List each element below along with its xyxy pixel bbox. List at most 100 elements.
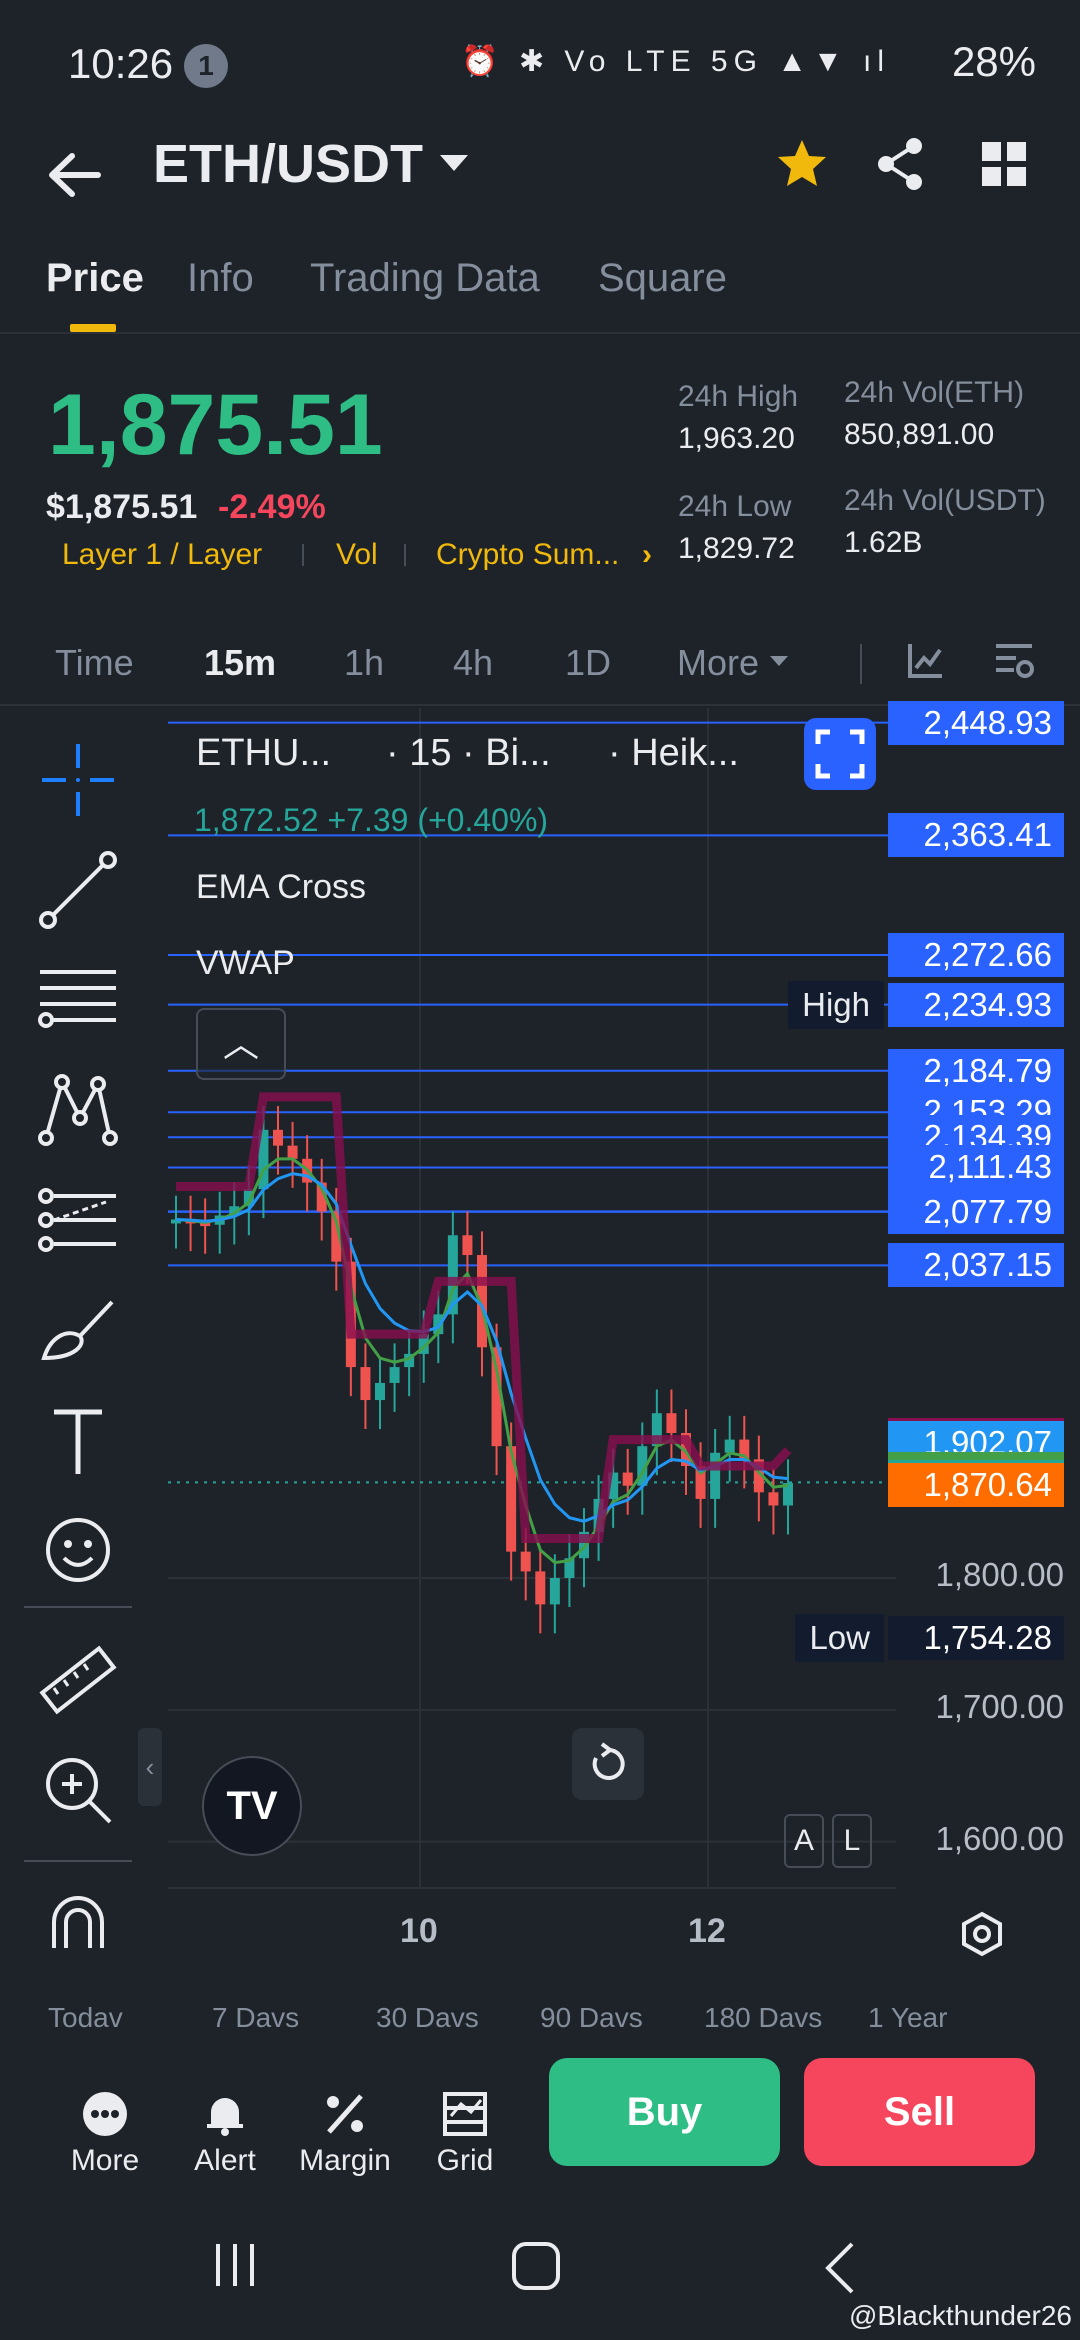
interval-1h[interactable]: 1h: [344, 642, 384, 684]
tag-crypto-summary[interactable]: Crypto Sum...: [436, 538, 619, 572]
text-tool-icon[interactable]: [36, 1398, 120, 1482]
tab-trading-data[interactable]: Trading Data: [310, 256, 540, 301]
x-tick-10: 10: [400, 1912, 438, 1950]
range-30d[interactable]: 30 Davs: [376, 2002, 479, 2034]
watermark: @Blackthunder26: [848, 2300, 1072, 2331]
tab-price[interactable]: Price: [46, 256, 144, 301]
main-tabs: Price Info Trading Data Square: [0, 250, 1080, 334]
price-label: 2,111.43: [888, 1145, 1064, 1190]
range-7d[interactable]: 7 Davs: [212, 2002, 299, 2034]
buy-button[interactable]: Buy: [549, 2058, 780, 2166]
pattern-icon[interactable]: [36, 1068, 120, 1152]
alert-button[interactable]: Alert: [170, 2090, 280, 2178]
magnet-icon[interactable]: [36, 1888, 120, 1972]
chart-settings-icon[interactable]: [992, 640, 1036, 680]
home-icon[interactable]: [510, 2240, 562, 2292]
interval-bar: Time 15m 1h 4h 1D More: [0, 616, 1080, 706]
vol-usdt-value: 1.62B: [844, 526, 923, 559]
grid-label: Grid: [436, 2144, 494, 2177]
grid-bot-icon: [443, 2092, 487, 2136]
toolbar-collapse-chevron-icon[interactable]: ‹: [138, 1728, 162, 1806]
tags-more-chevron-icon[interactable]: ›: [642, 538, 652, 572]
candle-body: [273, 1129, 283, 1146]
percent-icon: [327, 2094, 363, 2134]
high-label: 24h High: [678, 380, 799, 413]
brush-icon[interactable]: [36, 1288, 120, 1372]
vol-eth-value: 850,891.00: [844, 418, 995, 451]
high-value: 1,963.20: [678, 422, 795, 455]
candle-body: [462, 1235, 473, 1256]
tag-vol[interactable]: Vol: [336, 538, 378, 572]
tag-layer1[interactable]: Layer 1 / Layer: [62, 538, 262, 572]
status-time: 10:26: [68, 40, 174, 87]
crosshair-icon[interactable]: [36, 738, 120, 822]
range-180d[interactable]: 180 Davs: [704, 2002, 822, 2034]
ruler-icon[interactable]: [36, 1638, 120, 1722]
candle-body: [724, 1439, 735, 1453]
settings-hex-icon[interactable]: [958, 1910, 1006, 1958]
caret-down-icon[interactable]: [440, 155, 468, 171]
more-dots-icon: [83, 2092, 127, 2136]
indicator-vwap[interactable]: VWAP: [196, 944, 295, 983]
back-arrow-icon[interactable]: [40, 140, 110, 210]
candle-body: [666, 1413, 677, 1433]
indicator-chart-icon[interactable]: [906, 640, 946, 680]
alert-label: Alert: [194, 2144, 256, 2177]
toolbar-divider: [24, 1606, 132, 1608]
interval-more[interactable]: More: [677, 642, 759, 684]
caret-down-icon[interactable]: [770, 656, 788, 666]
indicator-ema-cross[interactable]: EMA Cross: [196, 868, 366, 907]
auto-scale-button[interactable]: A: [784, 1814, 824, 1868]
tradingview-logo[interactable]: TV: [202, 1756, 302, 1856]
vol-usdt-label: 24h Vol(USDT): [844, 484, 1046, 517]
zoom-in-icon[interactable]: [36, 1748, 120, 1832]
interval-time[interactable]: Time: [55, 642, 134, 684]
back-nav-icon[interactable]: [820, 2240, 860, 2296]
margin-button[interactable]: Margin: [290, 2090, 400, 2178]
pair-title[interactable]: ETH/USDT: [153, 133, 423, 195]
toolbar-divider: [24, 1860, 132, 1862]
price-label: 1,600.00: [935, 1819, 1064, 1857]
legend-ohlc: 1,872.52 +7.39 (+0.40%): [194, 802, 549, 838]
range-today[interactable]: Todav: [48, 2002, 123, 2034]
range-90d[interactable]: 90 Davs: [540, 2002, 643, 2034]
grid-icon[interactable]: [982, 142, 1026, 186]
notification-badge: 1: [184, 44, 228, 88]
usd-price: $1,875.51: [46, 488, 198, 526]
candle-body: [622, 1472, 633, 1486]
share-icon[interactable]: [872, 136, 928, 192]
price-label: 2,448.93: [888, 700, 1064, 745]
recents-icon[interactable]: [210, 2240, 260, 2290]
price-label: 2,184.79: [888, 1048, 1064, 1093]
bell-icon: [207, 2098, 243, 2136]
emoji-icon[interactable]: [36, 1508, 120, 1592]
price-chart[interactable]: ETHU... · 15 · Bi... · Heik... 1,872.52 …: [168, 700, 1080, 1978]
log-scale-button[interactable]: L: [832, 1814, 872, 1868]
tab-info[interactable]: Info: [187, 256, 254, 301]
interval-4h[interactable]: 4h: [453, 642, 493, 684]
horizontal-lines-icon[interactable]: [36, 958, 120, 1042]
price-label: 1,754.28: [888, 1616, 1064, 1661]
grid-trading-button[interactable]: Grid: [410, 2090, 520, 2178]
battery-level: 28%: [951, 38, 1036, 85]
interval-1d[interactable]: 1D: [565, 642, 611, 684]
x-tick-12: 12: [688, 1912, 726, 1950]
range-1y[interactable]: 1 Year: [868, 2002, 947, 2034]
last-price: 1,875.51: [48, 377, 383, 473]
fullscreen-icon[interactable]: [804, 718, 876, 790]
trendline-icon[interactable]: [36, 848, 120, 932]
star-icon[interactable]: [774, 136, 830, 192]
collapse-legend-chevron-icon[interactable]: ︿: [196, 1008, 286, 1080]
price-label: 2,363.41: [888, 813, 1064, 858]
tab-square[interactable]: Square: [598, 256, 727, 301]
fibonacci-icon[interactable]: [36, 1178, 120, 1262]
tag-divider: [404, 544, 406, 566]
interval-15m[interactable]: 15m: [204, 642, 276, 684]
sell-button[interactable]: Sell: [804, 2058, 1035, 2166]
candle-body: [360, 1367, 371, 1401]
reset-chart-icon[interactable]: [572, 1728, 644, 1800]
more-button[interactable]: More: [50, 2090, 160, 2178]
status-icons: ⏰ ✱ Vo LTE 5G ▲▼ ıl: [461, 45, 890, 78]
high-tag: High: [788, 980, 884, 1029]
low-tag: Low: [795, 1614, 884, 1663]
